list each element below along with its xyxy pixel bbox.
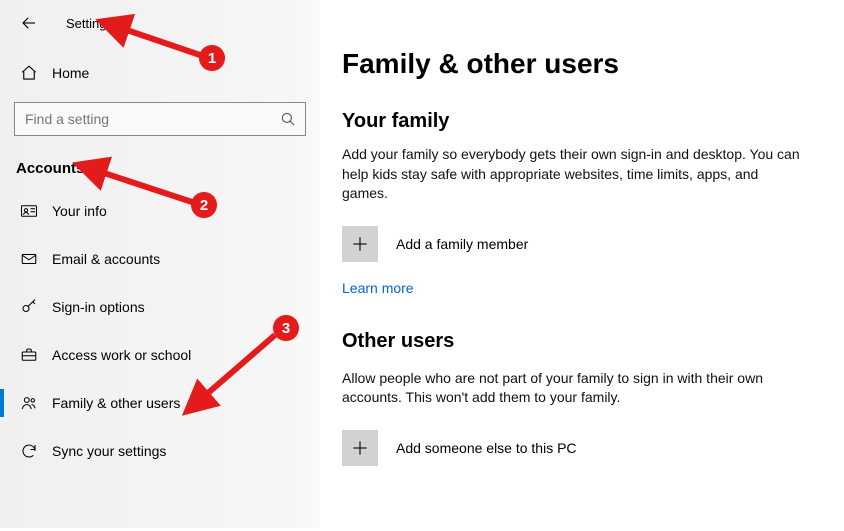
- other-users-description: Allow people who are not part of your fa…: [342, 369, 802, 408]
- sidebar-item-family-other-users[interactable]: Family & other users: [0, 379, 320, 427]
- plus-icon: [342, 430, 378, 466]
- sidebar-item-label: Your info: [52, 203, 107, 219]
- settings-sidebar: Settings Home Accounts: [0, 0, 320, 528]
- sidebar-item-label: Family & other users: [52, 395, 180, 411]
- sidebar-item-label: Access work or school: [52, 347, 191, 363]
- briefcase-icon: [18, 346, 40, 364]
- home-icon: [18, 64, 40, 82]
- your-family-heading: Your family: [342, 110, 842, 133]
- mail-icon: [18, 250, 40, 268]
- add-family-member-button[interactable]: Add a family member: [342, 226, 842, 262]
- add-other-user-label: Add someone else to this PC: [396, 440, 577, 456]
- search-input-field[interactable]: [15, 105, 305, 133]
- person-card-icon: [18, 202, 40, 220]
- add-family-member-label: Add a family member: [396, 236, 528, 252]
- add-other-user-button[interactable]: Add someone else to this PC: [342, 430, 842, 466]
- sidebar-item-label: Email & accounts: [52, 251, 160, 267]
- search-icon: [279, 110, 297, 131]
- sidebar-item-signin-options[interactable]: Sign-in options: [0, 283, 320, 331]
- sidebar-home-label: Home: [52, 65, 89, 81]
- sidebar-item-label: Sign-in options: [52, 299, 145, 315]
- page-title: Family & other users: [342, 48, 842, 80]
- sidebar-home[interactable]: Home: [0, 52, 320, 94]
- key-icon: [18, 298, 40, 316]
- other-users-heading: Other users: [342, 330, 842, 353]
- sidebar-item-label: Sync your settings: [52, 443, 166, 459]
- app-title: Settings: [66, 16, 113, 31]
- sync-icon: [18, 442, 40, 460]
- sidebar-item-email-accounts[interactable]: Email & accounts: [0, 235, 320, 283]
- sidebar-item-sync-settings[interactable]: Sync your settings: [0, 427, 320, 475]
- learn-more-link[interactable]: Learn more: [342, 280, 414, 296]
- sidebar-item-your-info[interactable]: Your info: [0, 187, 320, 235]
- plus-icon: [342, 226, 378, 262]
- your-family-description: Add your family so everybody gets their …: [342, 145, 802, 204]
- sidebar-item-access-work-school[interactable]: Access work or school: [0, 331, 320, 379]
- people-icon: [18, 394, 40, 412]
- main-content: Family & other users Your family Add you…: [342, 0, 842, 528]
- sidebar-section-title: Accounts: [0, 136, 320, 181]
- search-settings-input[interactable]: [14, 102, 306, 136]
- back-arrow-icon[interactable]: [20, 14, 38, 32]
